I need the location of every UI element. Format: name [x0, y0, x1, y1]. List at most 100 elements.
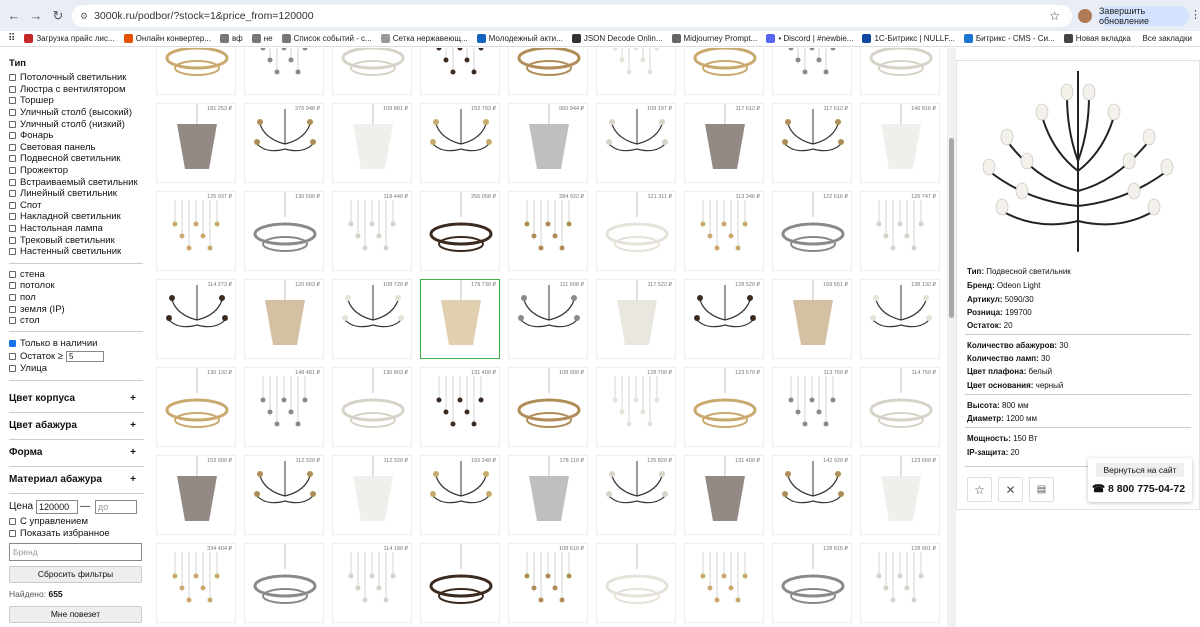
product-tile[interactable]: 123 660 ₽	[860, 455, 940, 535]
product-tile[interactable]: 276 948 ₽	[244, 103, 324, 183]
product-tile[interactable]: 112 320 ₽	[244, 455, 324, 535]
product-tile[interactable]	[508, 48, 588, 95]
product-tile[interactable]	[244, 543, 324, 623]
product-tile[interactable]	[772, 48, 852, 95]
checkbox-icon[interactable]	[9, 225, 16, 233]
type-checkbox[interactable]: Линейный светильник	[9, 188, 150, 200]
update-button[interactable]: Завершить обновление	[1099, 6, 1189, 26]
filter-accordion[interactable]: Цвет абажура +	[9, 413, 144, 440]
bookmark-star-icon[interactable]: ☆	[1049, 9, 1060, 23]
type-checkbox[interactable]: Люстра с вентилятором	[9, 84, 150, 96]
product-tile[interactable]: 117 522 ₽	[596, 279, 676, 359]
phone-number[interactable]: ☎ 8 800 775-04-72	[1092, 483, 1185, 495]
product-tile[interactable]: 108 000 ₽	[508, 367, 588, 447]
bookmark-item[interactable]: не	[251, 34, 273, 43]
checkbox-icon[interactable]	[9, 270, 16, 278]
filter-accordion[interactable]: Форма +	[9, 440, 144, 467]
product-tile[interactable]	[596, 543, 676, 623]
product-tile[interactable]	[420, 48, 500, 95]
checkbox-icon[interactable]	[9, 201, 16, 209]
product-tile[interactable]: 165 240 ₽	[420, 455, 500, 535]
bookmark-item[interactable]: Молодежный акти...	[476, 34, 563, 43]
favorite-star-icon[interactable]: ☆	[967, 477, 992, 502]
plus-icon[interactable]: +	[130, 393, 136, 404]
product-tile[interactable]: 120 663 ₽	[244, 279, 324, 359]
product-tile[interactable]: 179 730 ₽	[420, 279, 500, 359]
checkbox-checked-icon[interactable]	[9, 339, 16, 347]
checkbox-icon[interactable]	[9, 517, 16, 525]
plus-icon[interactable]: +	[130, 420, 136, 431]
favorites-checkbox[interactable]: Показать избранное	[9, 527, 150, 539]
product-tile[interactable]: 128 901 ₽	[860, 543, 940, 623]
type-checkbox[interactable]: Настенный светильник	[9, 246, 150, 258]
product-tile[interactable]: 125 937 ₽	[156, 191, 236, 271]
product-tile[interactable]: 138 132 ₽	[860, 279, 940, 359]
reset-filters-button[interactable]: Сбросить фильтры	[9, 565, 142, 583]
close-icon[interactable]: ✕	[998, 477, 1023, 502]
checkbox-icon[interactable]	[9, 317, 16, 325]
mount-checkbox[interactable]: пол	[9, 292, 150, 304]
checkbox-icon[interactable]	[9, 213, 16, 221]
type-checkbox[interactable]: Спот	[9, 200, 150, 212]
bookmark-item[interactable]: Список событий - с...	[281, 34, 372, 43]
product-tile[interactable]: 284 922 ₽	[508, 191, 588, 271]
type-checkbox[interactable]: Настольная лампа	[9, 223, 150, 235]
menu-icon[interactable]: ⋮	[1190, 8, 1200, 21]
type-checkbox[interactable]: Подвесной светильник	[9, 153, 150, 165]
brand-input[interactable]: Бренд	[9, 542, 142, 561]
mount-checkbox[interactable]: потолок	[9, 280, 150, 292]
product-tile[interactable]: 256 058 ₽	[420, 191, 500, 271]
product-tile[interactable]: 125 820 ₽	[596, 455, 676, 535]
product-tile[interactable]	[156, 48, 236, 95]
checkbox-icon[interactable]	[9, 282, 16, 290]
bookmark-item[interactable]: вф	[220, 34, 243, 43]
mount-checkbox[interactable]: земля (IP)	[9, 303, 150, 315]
checkbox-icon[interactable]	[9, 120, 16, 128]
product-tile[interactable]: 131 400 ₽	[420, 367, 500, 447]
product-tile[interactable]	[684, 48, 764, 95]
bookmark-item[interactable]: Midjourney Prompt...	[671, 34, 757, 43]
stock-input[interactable]: 5	[66, 350, 104, 362]
product-tile[interactable]: 153 000 ₽	[156, 455, 236, 535]
compare-icon[interactable]: ▤	[1029, 477, 1054, 502]
checkbox-icon[interactable]	[9, 190, 16, 198]
product-tile[interactable]: 114 273 ₽	[156, 279, 236, 359]
forward-arrow-icon[interactable]: →	[28, 8, 44, 23]
street-checkbox[interactable]: Улица	[9, 363, 150, 375]
product-tile[interactable]	[332, 48, 412, 95]
bookmark-item[interactable]: Битрикс - CMS - Си...	[963, 34, 1055, 43]
type-checkbox[interactable]: Прожектор	[9, 165, 150, 177]
checkbox-icon[interactable]	[9, 529, 16, 537]
checkbox-icon[interactable]	[9, 132, 16, 140]
checkbox-icon[interactable]	[9, 365, 16, 373]
product-tile[interactable]: 117 612 ₽	[772, 103, 852, 183]
product-tile[interactable]: 123 570 ₽	[684, 367, 764, 447]
product-tile[interactable]: 113 760 ₽	[772, 367, 852, 447]
product-tile[interactable]	[420, 543, 500, 623]
type-checkbox[interactable]: Фонарь	[9, 130, 150, 142]
apps-icon[interactable]: ⠿	[8, 33, 15, 44]
product-tile[interactable]: 121 311 ₽	[596, 191, 676, 271]
product-tile[interactable]: 109 881 ₽	[332, 103, 412, 183]
checkbox-icon[interactable]	[9, 109, 16, 117]
type-checkbox[interactable]: Торшер	[9, 95, 150, 107]
bookmark-item[interactable]: Сетка нержавеющ...	[380, 34, 468, 43]
product-tile[interactable]: 109 197 ₽	[596, 103, 676, 183]
product-tile[interactable]	[684, 543, 764, 623]
type-checkbox[interactable]: Встраиваемый светильник	[9, 176, 150, 188]
product-tile[interactable]: 128 520 ₽	[684, 279, 764, 359]
checkbox-icon[interactable]	[9, 248, 16, 256]
product-tile[interactable]: 111 608 ₽	[508, 279, 588, 359]
type-checkbox[interactable]: Потолочный светильник	[9, 72, 150, 84]
product-tile[interactable]: 169 551 ₽	[772, 279, 852, 359]
stock-filter[interactable]: Остаток ≥5	[9, 349, 150, 363]
product-tile[interactable]: 148 481 ₽	[244, 367, 324, 447]
checkbox-icon[interactable]	[9, 85, 16, 93]
product-tile[interactable]: 152 793 ₽	[420, 103, 500, 183]
checkbox-icon[interactable]	[9, 305, 16, 313]
checkbox-icon[interactable]	[9, 236, 16, 244]
product-tile[interactable]: 178 110 ₽	[508, 455, 588, 535]
type-checkbox[interactable]: Накладной светильник	[9, 211, 150, 223]
plus-icon[interactable]: +	[130, 474, 136, 485]
mount-checkbox[interactable]: стол	[9, 315, 150, 327]
